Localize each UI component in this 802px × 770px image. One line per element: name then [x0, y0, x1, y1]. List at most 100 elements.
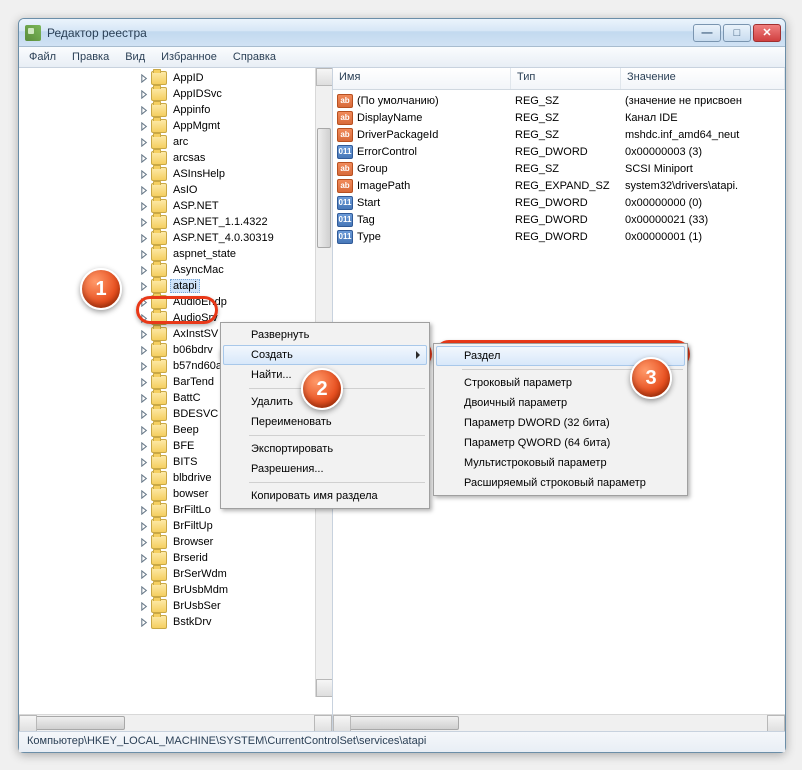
submenu-multi[interactable]: Мультистроковый параметр: [436, 453, 685, 473]
tree-item[interactable]: ASP.NET: [19, 198, 332, 214]
context-create[interactable]: Создать: [223, 345, 427, 365]
list-row[interactable]: 011TypeREG_DWORD0x00000001 (1): [333, 228, 785, 245]
list-row[interactable]: abImagePathREG_EXPAND_SZsystem32\drivers…: [333, 177, 785, 194]
context-permissions[interactable]: Разрешения...: [223, 459, 427, 479]
list-row[interactable]: abGroupREG_SZSCSI Miniport: [333, 160, 785, 177]
list-row[interactable]: abDriverPackageIdREG_SZmshdc.inf_amd64_n…: [333, 126, 785, 143]
menu-favorites[interactable]: Избранное: [153, 48, 225, 66]
list-row[interactable]: abDisplayNameREG_SZКанал IDE: [333, 109, 785, 126]
menu-edit[interactable]: Правка: [64, 48, 117, 66]
submenu-qword[interactable]: Параметр QWORD (64 бита): [436, 433, 685, 453]
expander-icon[interactable]: [139, 569, 149, 579]
expander-icon[interactable]: [139, 281, 149, 291]
list-row[interactable]: 011ErrorControlREG_DWORD0x00000003 (3): [333, 143, 785, 160]
column-type[interactable]: Тип: [511, 68, 621, 89]
tree-item[interactable]: BrSerWdm: [19, 566, 332, 582]
menu-view[interactable]: Вид: [117, 48, 153, 66]
tree-item[interactable]: Appinfo: [19, 102, 332, 118]
context-rename[interactable]: Переименовать: [223, 412, 427, 432]
expander-icon[interactable]: [139, 265, 149, 275]
expander-icon[interactable]: [139, 393, 149, 403]
context-expand[interactable]: Развернуть: [223, 325, 427, 345]
titlebar[interactable]: Редактор реестра — □ ✕: [19, 19, 785, 47]
close-button[interactable]: ✕: [753, 24, 781, 42]
tree-item-label: BarTend: [170, 375, 217, 389]
expander-icon[interactable]: [139, 169, 149, 179]
expander-icon[interactable]: [139, 457, 149, 467]
column-name[interactable]: Имя: [333, 68, 511, 89]
tree-item-label: BattC: [170, 391, 204, 405]
folder-icon: [151, 567, 167, 581]
minimize-button[interactable]: —: [693, 24, 721, 42]
expander-icon[interactable]: [139, 521, 149, 531]
value-type: REG_SZ: [515, 112, 625, 124]
expander-icon[interactable]: [139, 185, 149, 195]
tree-item[interactable]: AppID: [19, 70, 332, 86]
maximize-button[interactable]: □: [723, 24, 751, 42]
tree-item[interactable]: Browser: [19, 534, 332, 550]
tree-item[interactable]: AppMgmt: [19, 118, 332, 134]
tree-item[interactable]: Brserid: [19, 550, 332, 566]
expander-icon[interactable]: [139, 377, 149, 387]
context-export[interactable]: Экспортировать: [223, 439, 427, 459]
value-name: DriverPackageId: [357, 129, 515, 141]
expander-icon[interactable]: [139, 553, 149, 563]
expander-icon[interactable]: [139, 217, 149, 227]
menu-help[interactable]: Справка: [225, 48, 284, 66]
tree-item[interactable]: BstkDrv: [19, 614, 332, 630]
list-row[interactable]: 011TagREG_DWORD0x00000021 (33): [333, 211, 785, 228]
expander-icon[interactable]: [139, 137, 149, 147]
tree-item[interactable]: ASP.NET_4.0.30319: [19, 230, 332, 246]
tree-item[interactable]: BrFiltUp: [19, 518, 332, 534]
expander-icon[interactable]: [139, 201, 149, 211]
expander-icon[interactable]: [139, 233, 149, 243]
tree-item[interactable]: ASInsHelp: [19, 166, 332, 182]
tree-item[interactable]: arcsas: [19, 150, 332, 166]
value-name: (По умолчанию): [357, 95, 515, 107]
expander-icon[interactable]: [139, 345, 149, 355]
expander-icon[interactable]: [139, 73, 149, 83]
expander-icon[interactable]: [139, 89, 149, 99]
expander-icon[interactable]: [139, 425, 149, 435]
tree-item[interactable]: AppIDSvc: [19, 86, 332, 102]
expander-icon[interactable]: [139, 489, 149, 499]
tree-item[interactable]: aspnet_state: [19, 246, 332, 262]
tree-item[interactable]: ASP.NET_1.1.4322: [19, 214, 332, 230]
tree-horizontal-scrollbar[interactable]: [19, 714, 332, 731]
expander-icon[interactable]: [139, 121, 149, 131]
tree-item[interactable]: AsIO: [19, 182, 332, 198]
submenu-expand[interactable]: Расширяемый строковый параметр: [436, 473, 685, 493]
tree-item[interactable]: arc: [19, 134, 332, 150]
expander-icon[interactable]: [139, 329, 149, 339]
expander-icon[interactable]: [139, 473, 149, 483]
tree-item[interactable]: BrUsbSer: [19, 598, 332, 614]
expander-icon[interactable]: [139, 505, 149, 515]
chevron-right-icon: [416, 351, 420, 359]
expander-icon[interactable]: [139, 585, 149, 595]
reg-sz-icon: ab: [337, 94, 353, 108]
tree-item-label: atapi: [170, 279, 200, 293]
tree-item[interactable]: AsyncMac: [19, 262, 332, 278]
expander-icon[interactable]: [139, 537, 149, 547]
list-row[interactable]: 011StartREG_DWORD0x00000000 (0): [333, 194, 785, 211]
expander-icon[interactable]: [139, 617, 149, 627]
submenu-dword[interactable]: Параметр DWORD (32 бита): [436, 413, 685, 433]
list-row[interactable]: ab(По умолчанию)REG_SZ(значение не присв…: [333, 92, 785, 109]
tree-item[interactable]: atapi: [19, 278, 332, 294]
column-value[interactable]: Значение: [621, 68, 785, 89]
expander-icon[interactable]: [139, 601, 149, 611]
folder-icon: [151, 503, 167, 517]
context-create-label: Создать: [251, 349, 293, 361]
expander-icon[interactable]: [139, 105, 149, 115]
folder-icon: [151, 151, 167, 165]
expander-icon[interactable]: [139, 249, 149, 259]
menu-file[interactable]: Файл: [21, 48, 64, 66]
list-horizontal-scrollbar[interactable]: [333, 714, 785, 731]
tree-item[interactable]: BrUsbMdm: [19, 582, 332, 598]
expander-icon[interactable]: [139, 409, 149, 419]
expander-icon[interactable]: [139, 153, 149, 163]
context-copy-name[interactable]: Копировать имя раздела: [223, 486, 427, 506]
expander-icon[interactable]: [139, 361, 149, 371]
expander-icon[interactable]: [139, 441, 149, 451]
folder-icon: [151, 471, 167, 485]
